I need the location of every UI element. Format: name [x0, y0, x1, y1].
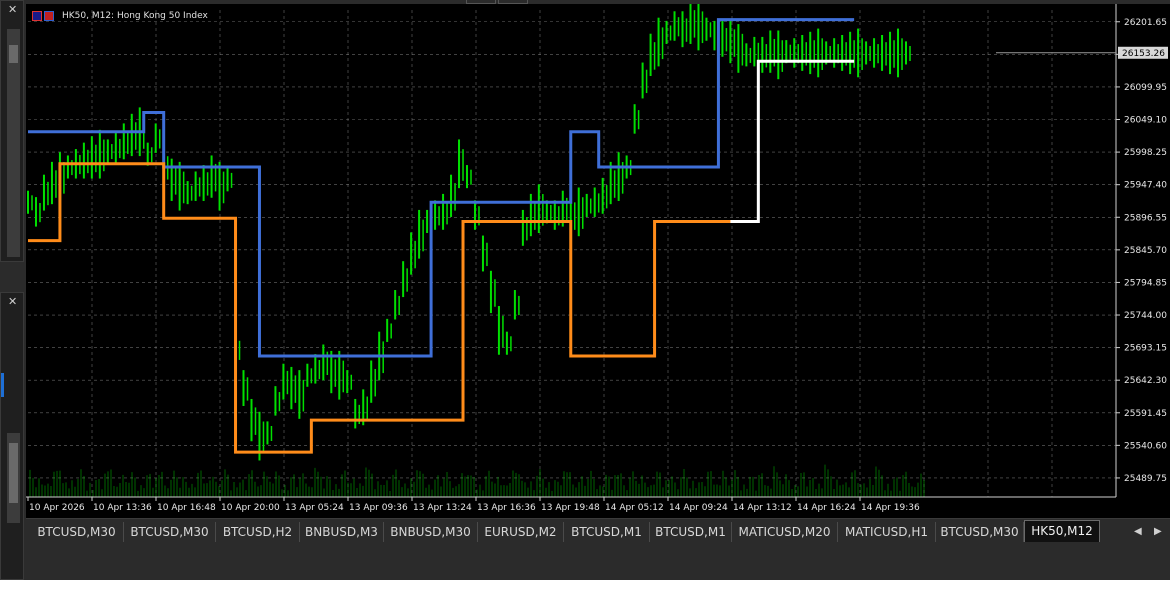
chart-settings-icon[interactable]	[44, 11, 54, 21]
chart-tab[interactable]: MATICUSD,H1	[838, 522, 936, 542]
chart-tab-bar: BTCUSD,M30 BTCUSD,M30 BTCUSD,H2 BNBUSD,M3 BN…	[26, 518, 1170, 542]
time-tick-label: 10 Apr 2026	[29, 503, 85, 513]
price-tick-label: 25591.45	[1124, 409, 1167, 419]
chart-tab[interactable]: BNBUSD,M30	[384, 522, 478, 542]
time-tick-label: 13 Apr 19:48	[541, 503, 600, 513]
price-tick-label: 26049.10	[1124, 116, 1167, 126]
current-price-label: 26153.26	[1122, 49, 1165, 59]
chart-header: HK50, M12: Hong Kong 50 Index	[32, 9, 208, 23]
price-tick-label: 25744.00	[1124, 311, 1167, 321]
price-tick-label: 25947.40	[1124, 181, 1167, 191]
dock-scrollbar-thumb[interactable]	[9, 45, 18, 63]
chart-tab[interactable]: BTCUSD,M30	[936, 522, 1024, 542]
dock-panel-bottom: ✕	[0, 292, 24, 580]
right-arrow-icon[interactable]: ▶	[1154, 522, 1162, 542]
chart-title: HK50, M12: Hong Kong 50 Index	[62, 11, 208, 21]
left-dock: ✕ ✕	[0, 0, 26, 580]
price-tick-label: 25693.15	[1124, 344, 1167, 354]
close-icon[interactable]: ✕	[8, 295, 17, 308]
status-strip	[26, 542, 1170, 580]
time-tick-label: 13 Apr 05:24	[285, 503, 344, 513]
chart-area[interactable]: 26201.6526150.8026099.9526049.1025998.25…	[26, 4, 1170, 518]
chart-tab[interactable]: BTCUSD,M1	[650, 522, 732, 542]
left-arrow-icon[interactable]: ◀	[1134, 522, 1142, 542]
footer	[0, 580, 1170, 599]
dock-scrollbar[interactable]	[7, 29, 20, 257]
chart-tab[interactable]: BNBUSD,M3	[300, 522, 384, 542]
price-tick-label: 25642.30	[1124, 376, 1167, 386]
time-tick-label: 13 Apr 09:36	[349, 503, 408, 513]
dock-scrollbar-thumb[interactable]	[9, 443, 18, 503]
price-tick-label: 25845.70	[1124, 246, 1167, 256]
chart-tab[interactable]: BTCUSD,M1	[564, 522, 650, 542]
price-tick-label: 25540.60	[1124, 441, 1167, 451]
chart-menu-icon[interactable]	[32, 11, 42, 21]
price-tick-label: 25998.25	[1124, 148, 1167, 158]
price-tick-label: 25489.75	[1124, 474, 1167, 484]
upper-channel-line	[28, 18, 855, 358]
time-tick-label: 14 Apr 05:12	[605, 503, 664, 513]
chart-tab[interactable]: BTCUSD,H2	[216, 522, 300, 542]
breakout-channel-line	[730, 59, 855, 223]
time-tick-label: 13 Apr 16:36	[477, 503, 536, 513]
chart-tab[interactable]: HK50,M12	[1024, 520, 1100, 542]
price-tick-label: 25896.55	[1124, 213, 1167, 223]
app-window: ✕ ✕ 26201.6526150.8026099.9526049.102599…	[0, 0, 1170, 599]
chart-tab[interactable]: BTCUSD,M30	[124, 522, 216, 542]
chart-canvas[interactable]: 26201.6526150.8026099.9526049.1025998.25…	[26, 4, 1170, 518]
time-tick-label: 14 Apr 16:24	[797, 503, 856, 513]
chart-tab[interactable]: EURUSD,M2	[478, 522, 564, 542]
time-tick-label: 10 Apr 13:36	[93, 503, 152, 513]
dock-selection-marker	[1, 373, 4, 397]
time-tick-label: 13 Apr 13:24	[413, 503, 472, 513]
time-tick-label: 14 Apr 09:24	[669, 503, 728, 513]
time-tick-label: 14 Apr 19:36	[861, 503, 920, 513]
time-tick-label: 10 Apr 16:48	[157, 503, 216, 513]
price-tick-label: 26201.65	[1124, 18, 1167, 28]
time-tick-label: 14 Apr 13:12	[733, 503, 792, 513]
price-tick-label: 25794.85	[1124, 278, 1167, 288]
close-icon[interactable]: ✕	[8, 3, 17, 16]
chart-tab[interactable]: BTCUSD,M30	[30, 522, 124, 542]
time-tick-label: 10 Apr 20:00	[221, 503, 280, 513]
dock-panel-top: ✕	[0, 0, 24, 262]
lower-channel-line	[28, 162, 759, 454]
price-tick-label: 26099.95	[1124, 83, 1167, 93]
chart-tab[interactable]: MATICUSD,M20	[732, 522, 838, 542]
